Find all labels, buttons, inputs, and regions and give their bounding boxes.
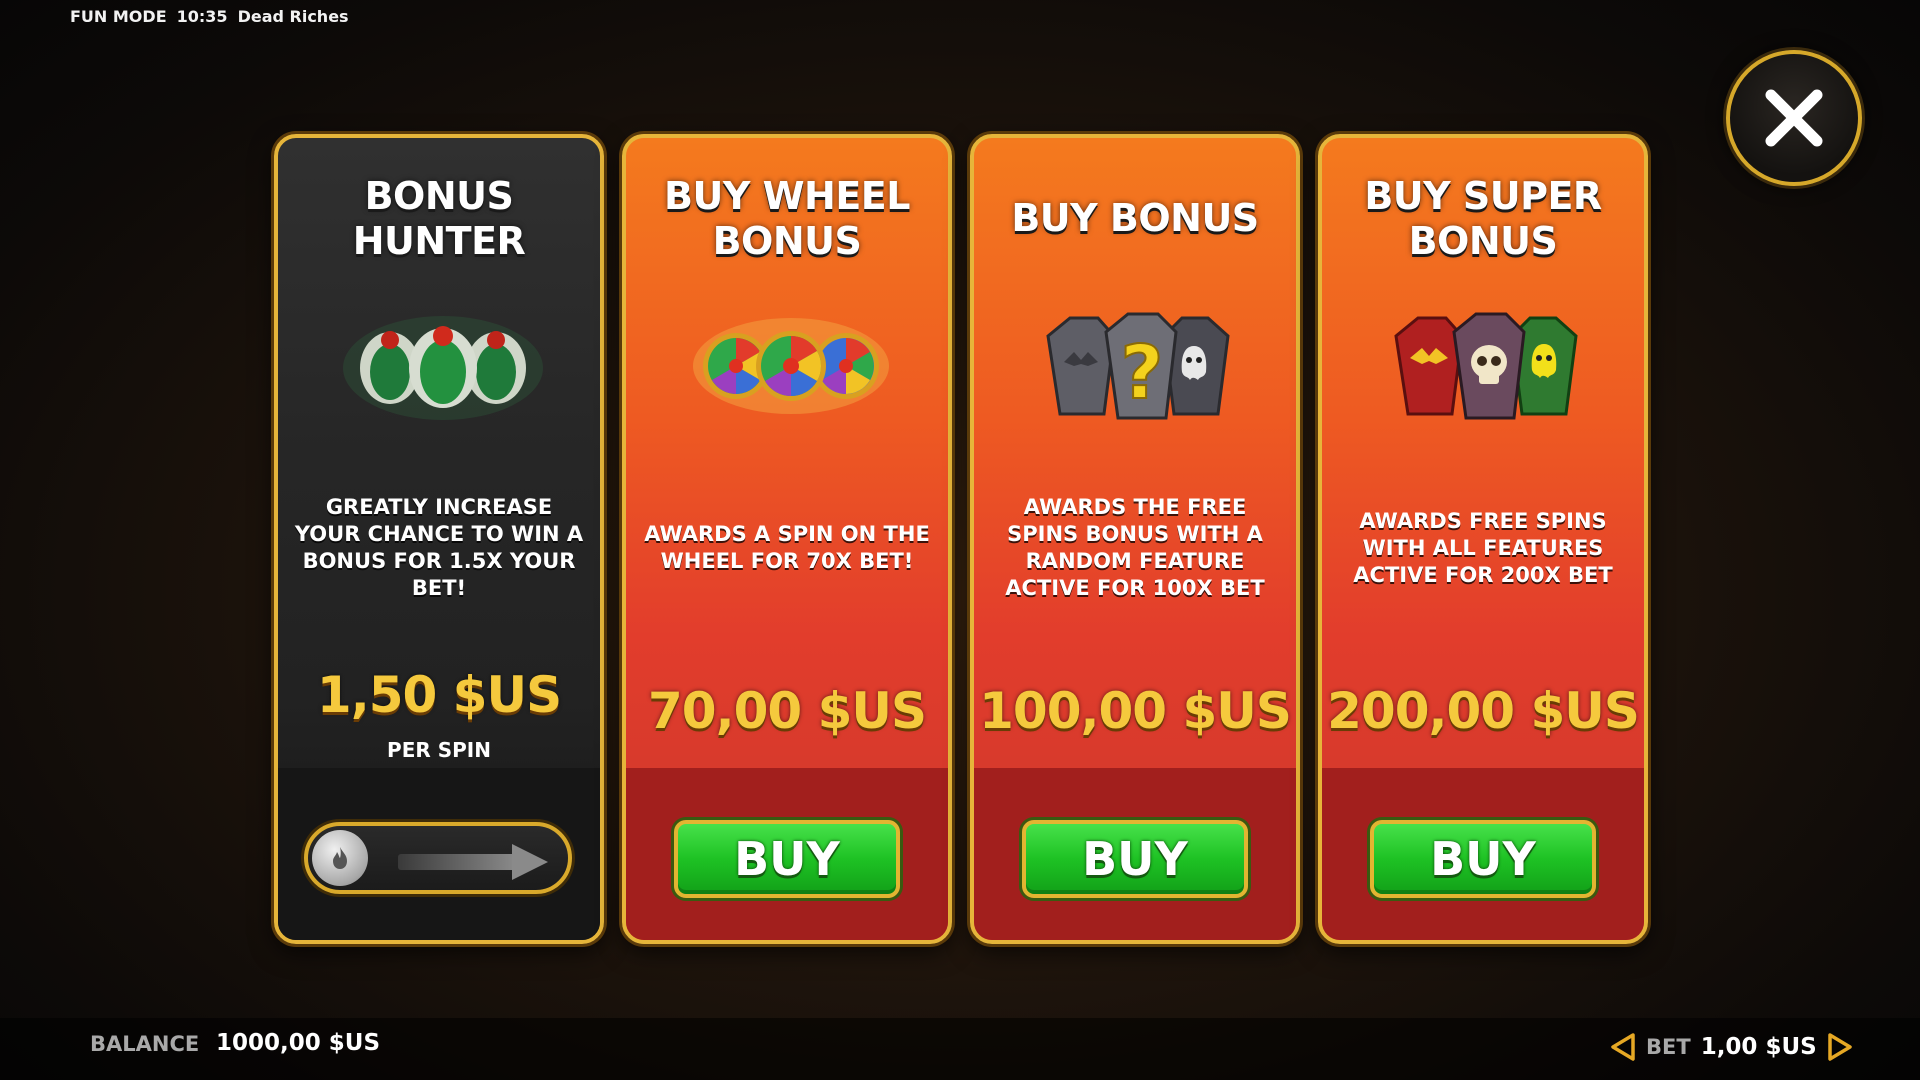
card-price: 70,00 $US xyxy=(648,682,927,740)
triangle-right-icon xyxy=(1827,1033,1852,1061)
buy-wheel-bonus-button[interactable]: BUY xyxy=(674,820,900,898)
bet-decrease-button[interactable] xyxy=(1610,1032,1636,1062)
card-price-subtitle: PER SPIN xyxy=(387,738,491,762)
card-title: BUY BONUS xyxy=(1011,196,1259,240)
card-bonus-hunter: BONUS HUNTER GREATLY INCREASE YOUR CHANC… xyxy=(274,134,604,944)
arrow-right-icon xyxy=(398,844,548,880)
bonus-cards: BONUS HUNTER GREATLY INCREASE YOUR CHANC… xyxy=(0,0,1920,1080)
card-title-line-2: BONUS xyxy=(1408,219,1558,263)
bet-label: BET xyxy=(1646,1035,1691,1059)
triangle-left-icon xyxy=(1611,1033,1635,1061)
card-description: GREATLY INCREASE YOUR CHANCE TO WIN A BO… xyxy=(294,495,584,600)
card-buy-super-bonus: BUY SUPER BONUS AWARDS FREE SPINS WITH A… xyxy=(1318,134,1648,944)
bet-increase-button[interactable] xyxy=(1827,1032,1853,1062)
card-title-line-2: HUNTER xyxy=(352,219,526,263)
coffins-icon xyxy=(1382,306,1592,426)
card-description: AWARDS THE FREE SPINS BONUS WITH A RANDO… xyxy=(1005,495,1265,600)
card-description: AWARDS FREE SPINS WITH ALL FEATURES ACTI… xyxy=(1353,509,1613,587)
balance-label: BALANCE xyxy=(90,1032,200,1056)
card-price: 200,00 $US xyxy=(1327,682,1640,740)
card-title: BONUS HUNTER xyxy=(278,174,600,264)
bet-control: BET 1,00 $US xyxy=(1610,1030,1853,1064)
card-title-line-1: BUY WHEEL xyxy=(664,174,910,218)
card-buy-bonus: BUY BONUS ? AWARDS THE FREE SPINS BONUS … xyxy=(970,134,1300,944)
card-title: BUY SUPER BONUS xyxy=(1322,174,1644,264)
card-price: 100,00 $US xyxy=(979,682,1292,740)
bet-value: 1,00 $US xyxy=(1700,1034,1817,1060)
card-title: BUY WHEEL BONUS xyxy=(626,174,948,264)
buy-super-bonus-button[interactable]: BUY xyxy=(1370,820,1596,898)
scarab-icon xyxy=(338,306,548,426)
balance-value: 1000,00 $US xyxy=(216,1030,381,1056)
flame-icon xyxy=(333,847,347,869)
card-buy-wheel-bonus: BUY WHEEL BONUS AWARDS A SPIN ON THE WHE… xyxy=(622,134,952,944)
bonus-hunter-toggle[interactable] xyxy=(304,822,572,894)
buy-bonus-button[interactable]: BUY xyxy=(1022,820,1248,898)
card-title-line-1: BUY SUPER xyxy=(1364,174,1602,218)
card-title-line-2: BONUS xyxy=(712,219,862,263)
card-title-line-1: BONUS xyxy=(364,174,514,218)
svg-text:?: ? xyxy=(1121,330,1164,416)
wheel-icon xyxy=(686,306,896,426)
coffin-mystery-icon: ? xyxy=(1034,306,1244,426)
card-description: AWARDS A SPIN ON THE WHEEL FOR 70X BET! xyxy=(644,522,930,573)
card-price: 1,50 $US xyxy=(316,666,562,724)
toggle-knob[interactable] xyxy=(312,830,368,886)
